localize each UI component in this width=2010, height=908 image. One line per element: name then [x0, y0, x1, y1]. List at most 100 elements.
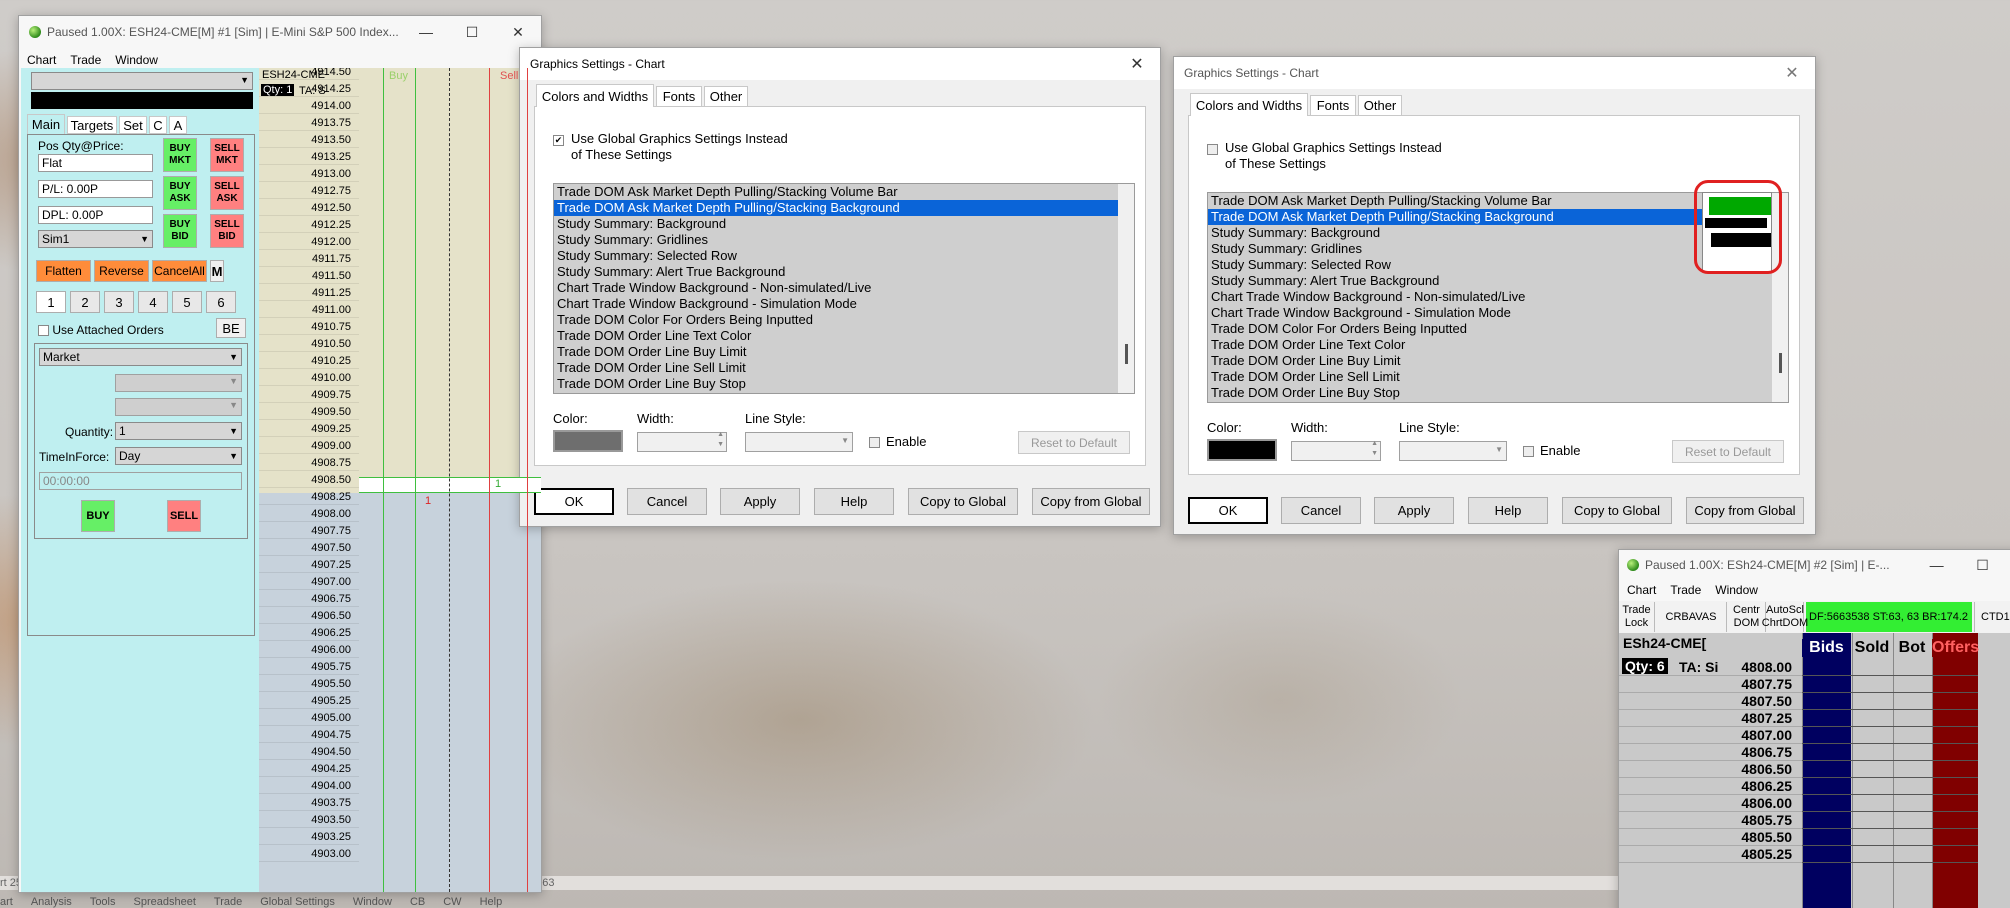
sell-button[interactable]: SELL: [167, 500, 201, 532]
dialog1-close-icon[interactable]: ✕: [1114, 48, 1160, 80]
m-button[interactable]: M: [210, 260, 224, 282]
close-icon[interactable]: ✕: [2006, 550, 2010, 580]
spinner-down-icon[interactable]: ▼: [717, 441, 724, 448]
spinner-down-icon[interactable]: ▼: [1371, 450, 1378, 457]
ladder-price-row[interactable]: 4903.25: [259, 829, 359, 845]
color-list-item[interactable]: Study Summary: Alert True Background: [554, 264, 1134, 280]
dialog1-color-list[interactable]: Trade DOM Ask Market Depth Pulling/Stack…: [553, 183, 1135, 394]
dom-price-row[interactable]: 4805.25: [1619, 846, 1802, 863]
dialog2-tab-fonts[interactable]: Fonts: [1310, 95, 1356, 116]
color-list-item[interactable]: Trade DOM Order Line Text Color: [554, 328, 1134, 344]
use-attached-orders[interactable]: Use Attached Orders: [38, 323, 164, 337]
ladder-price-row[interactable]: 4913.00: [259, 166, 359, 182]
tab-a[interactable]: A: [169, 116, 187, 134]
dialog1-copy-to-global-button[interactable]: Copy to Global: [908, 488, 1018, 515]
dialog1-enable-checkbox[interactable]: [869, 437, 880, 449]
ladder-price-row[interactable]: 4910.25: [259, 353, 359, 369]
dom-price-row[interactable]: 4807.00: [1619, 727, 1802, 744]
color-list-item[interactable]: Trade DOM Color For Orders Being Inputte…: [1208, 321, 1788, 337]
dialog2-cancel-button[interactable]: Cancel: [1281, 497, 1361, 524]
color-list-item[interactable]: Chart Trade Window Background - Non-simu…: [1208, 289, 1788, 305]
qty-preset-1[interactable]: 1: [36, 291, 66, 313]
ladder-price-row[interactable]: 4907.25: [259, 557, 359, 573]
ladder-price-row[interactable]: 4911.25: [259, 285, 359, 301]
app-menu-0[interactable]: art: [0, 896, 13, 908]
dialog2-color-swatch[interactable]: [1207, 439, 1277, 461]
dialog1-tab-other[interactable]: Other: [704, 86, 748, 107]
use-attached-checkbox[interactable]: [38, 325, 49, 337]
dialog2-help-button[interactable]: Help: [1468, 497, 1548, 524]
ladder-price-row[interactable]: 4910.00: [259, 370, 359, 386]
dialog1-cancel-button[interactable]: Cancel: [627, 488, 707, 515]
ladder-price-row[interactable]: 4910.50: [259, 336, 359, 352]
ladder-price-row[interactable]: 4907.75: [259, 523, 359, 539]
dialog2-tab-colors-widths[interactable]: Colors and Widths: [1190, 93, 1308, 116]
ladder-price-row[interactable]: 4908.00: [259, 506, 359, 522]
symbol-select[interactable]: ▼: [31, 72, 253, 90]
menu-trade[interactable]: Trade: [1670, 583, 1701, 597]
dom-price-row[interactable]: 4806.75: [1619, 744, 1802, 761]
qty-preset-3[interactable]: 3: [104, 291, 134, 313]
color-list-item[interactable]: Study Summary: Gridlines: [554, 232, 1134, 248]
tif-select[interactable]: Day ▼: [115, 447, 242, 465]
dialog1-ok-button[interactable]: OK: [534, 488, 614, 515]
app-menu-8[interactable]: CW: [443, 896, 461, 908]
app-menu-2[interactable]: Tools: [90, 896, 116, 908]
buy-button[interactable]: BUY: [81, 500, 115, 532]
dialog1-line-style-select[interactable]: ▼: [745, 432, 853, 452]
ladder-price-row[interactable]: 4908.75: [259, 455, 359, 471]
dom-price-row[interactable]: 4806.25: [1619, 778, 1802, 795]
spinner-up-icon[interactable]: ▲: [1371, 440, 1378, 447]
color-list-item[interactable]: Trade DOM Order Line Text Color: [1208, 337, 1788, 353]
dom-price-row[interactable]: 4807.50: [1619, 693, 1802, 710]
dom-price-row[interactable]: 4806.50: [1619, 761, 1802, 778]
price2-select[interactable]: ▼: [115, 398, 242, 416]
color-list-item[interactable]: Trade DOM Ask Market Depth Pulling/Stack…: [554, 184, 1134, 200]
qty-preset-5[interactable]: 5: [172, 291, 202, 313]
dialog2-apply-button[interactable]: Apply: [1374, 497, 1454, 524]
sell-mkt-button[interactable]: SELL MKT: [210, 138, 244, 172]
spinner-up-icon[interactable]: ▲: [717, 431, 724, 438]
dialog1-use-global[interactable]: ✔ Use Global Graphics Settings Instead of …: [553, 131, 788, 163]
ladder-price-row[interactable]: 4906.00: [259, 642, 359, 658]
color-list-item[interactable]: Trade DOM Order Line Sell Limit: [554, 360, 1134, 376]
ladder-price-row[interactable]: 4908.25: [259, 489, 359, 505]
menu-trade[interactable]: Trade: [70, 53, 101, 67]
color-list-item[interactable]: Trade DOM Order Line Buy Limit: [1208, 353, 1788, 369]
app-menu-9[interactable]: Help: [480, 896, 503, 908]
ladder-price-row[interactable]: 4909.75: [259, 387, 359, 403]
dom-price-row[interactable]: 4805.75: [1619, 812, 1802, 829]
ladder-price-row[interactable]: 4910.75: [259, 319, 359, 335]
ladder-price-row[interactable]: 4914.50: [259, 68, 359, 80]
dialog2-enable-checkbox[interactable]: [1523, 446, 1534, 458]
chart2-toolbar-2[interactable]: Centr DOM: [1728, 602, 1766, 632]
dialog1-tab-colors-widths[interactable]: Colors and Widths: [536, 84, 654, 107]
dialog1-help-button[interactable]: Help: [814, 488, 894, 515]
dialog2-scroll-thumb[interactable]: [1779, 353, 1782, 373]
ladder-price-row[interactable]: 4906.25: [259, 625, 359, 641]
ladder-price-row[interactable]: 4904.25: [259, 761, 359, 777]
dialog1-use-global-checkbox[interactable]: ✔: [553, 135, 564, 146]
dialog2-copy-from-global-button[interactable]: Copy from Global: [1686, 497, 1804, 524]
dialog1-reset-button[interactable]: Reset to Default: [1018, 431, 1130, 454]
ladder-price-row[interactable]: 4906.50: [259, 608, 359, 624]
ladder-price-row[interactable]: 4913.50: [259, 132, 359, 148]
ladder-price-row[interactable]: 4904.00: [259, 778, 359, 794]
dialog2-close-icon[interactable]: ✕: [1769, 57, 1815, 89]
qty-preset-6[interactable]: 6: [206, 291, 236, 313]
app-menu-4[interactable]: Trade: [214, 896, 242, 908]
minimize-icon[interactable]: —: [1914, 550, 1960, 580]
menu-window[interactable]: Window: [1715, 583, 1758, 597]
account-select[interactable]: Sim1 ▼: [38, 230, 153, 248]
ladder-price-row[interactable]: 4903.75: [259, 795, 359, 811]
ladder-price-row[interactable]: 4914.00: [259, 98, 359, 114]
app-menu-7[interactable]: CB: [410, 896, 425, 908]
tab-main[interactable]: Main: [27, 114, 65, 134]
dom-price-row[interactable]: 4807.25: [1619, 710, 1802, 727]
buy-ask-button[interactable]: BUY ASK: [163, 176, 197, 210]
dialog2-use-global-checkbox[interactable]: [1207, 144, 1218, 155]
chart2-toolbar-0[interactable]: Trade Lock: [1619, 602, 1655, 632]
ladder-price-row[interactable]: 4912.50: [259, 200, 359, 216]
ladder-price-row[interactable]: 4904.50: [259, 744, 359, 760]
ladder-price-row[interactable]: 4905.75: [259, 659, 359, 675]
